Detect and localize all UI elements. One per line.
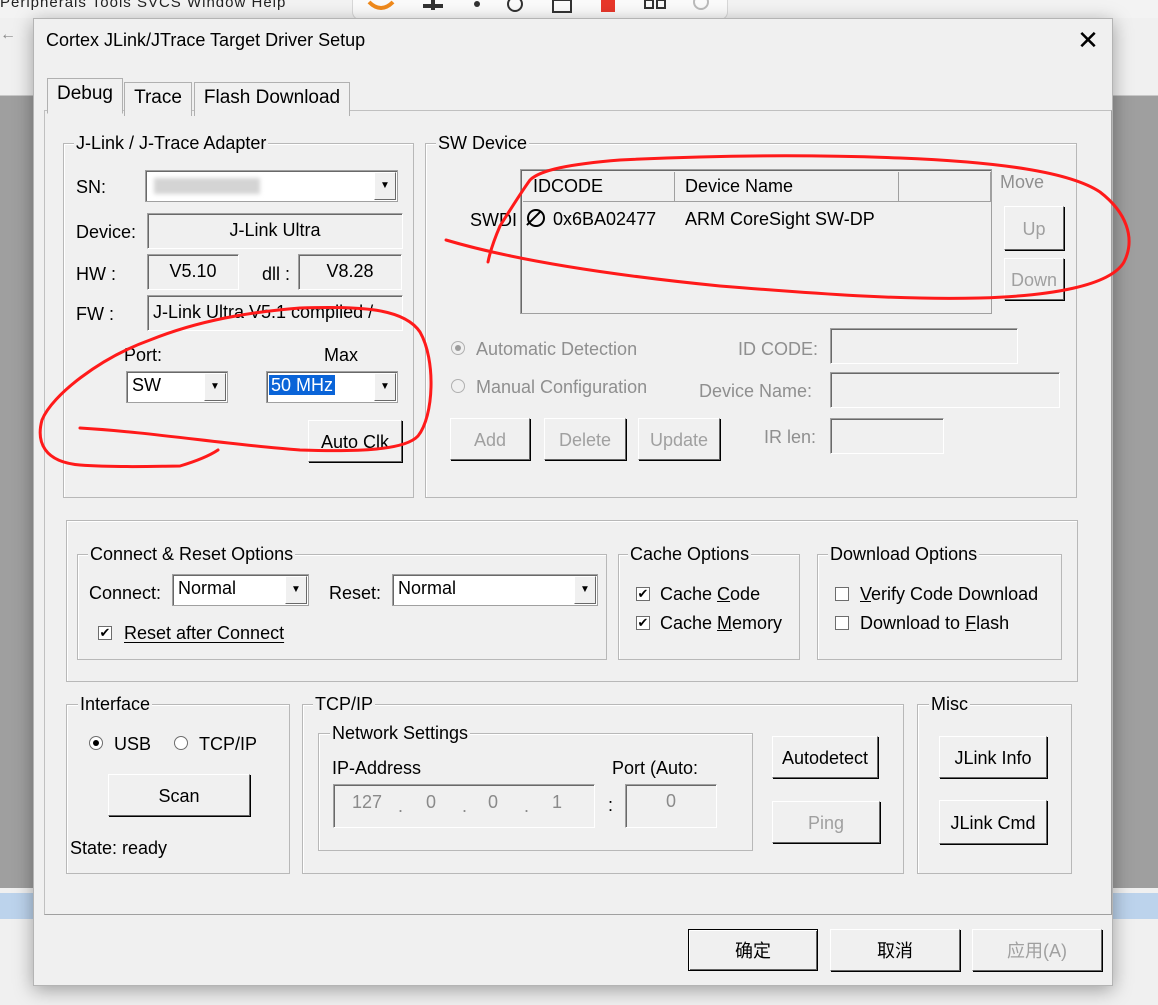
red-circle-annotation-port [38, 305, 433, 469]
tab-debug[interactable]: Debug [47, 78, 123, 114]
red-annotation-overlay [38, 154, 1131, 469]
red-circle-annotation-sw-device [444, 154, 1131, 300]
